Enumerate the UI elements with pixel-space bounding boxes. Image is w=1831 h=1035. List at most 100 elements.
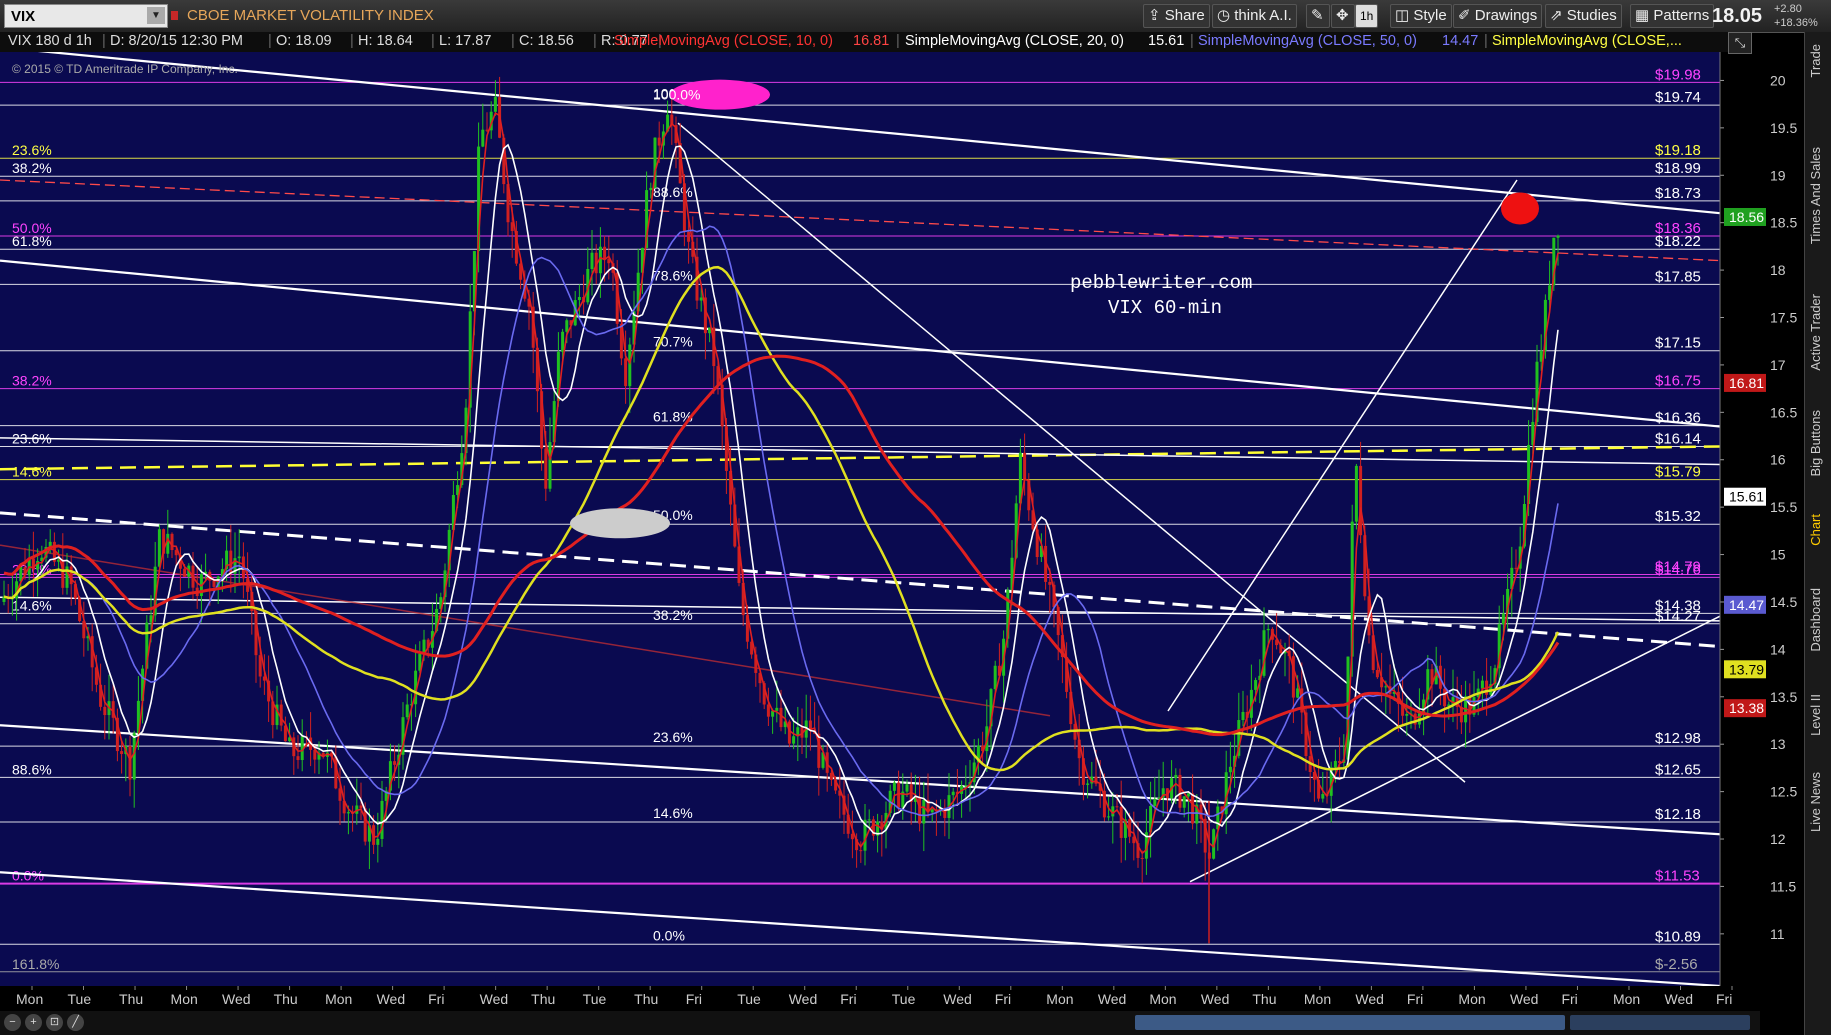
- fib-label-left: 61.8%: [12, 233, 52, 249]
- y-tick-label: 19.5: [1770, 120, 1797, 136]
- bar-high: H: 18.64: [358, 33, 413, 49]
- style-button[interactable]: ◫ Style: [1390, 4, 1452, 28]
- x-tick-label: Mon: [325, 991, 352, 1007]
- x-tick-label: Mon: [171, 991, 198, 1007]
- candle-body: [1191, 793, 1195, 824]
- candle-body: [481, 129, 485, 147]
- bar-low: L: 17.87: [439, 33, 492, 49]
- tab-dashboard[interactable]: Dashboard: [1808, 588, 1823, 652]
- y-tick-label: 15.5: [1770, 499, 1797, 515]
- candle-body: [1153, 799, 1157, 806]
- tab-big-buttons[interactable]: Big Buttons: [1808, 410, 1823, 477]
- tab-chart[interactable]: Chart: [1808, 514, 1823, 546]
- y-tick-label: 20: [1770, 72, 1786, 88]
- candle-body: [766, 704, 770, 717]
- price-level-label: $14.27: [1655, 608, 1701, 625]
- y-tick-label: 18.5: [1770, 215, 1797, 231]
- annotation-red-circle: [1501, 192, 1539, 225]
- candle-body: [1186, 793, 1190, 797]
- tab-times-and-sales[interactable]: Times And Sales: [1808, 147, 1823, 244]
- y-tick-label: 17.5: [1770, 310, 1797, 326]
- zoom-in-icon[interactable]: +: [25, 1014, 42, 1031]
- y-tick-label: 12.5: [1770, 784, 1797, 800]
- x-tick-label: Wed: [222, 991, 251, 1007]
- x-tick-label: Tue: [892, 991, 916, 1007]
- think-ai-button[interactable]: ◷ think A.I.: [1212, 4, 1297, 28]
- price-level-label: $10.89: [1655, 928, 1701, 945]
- x-tick-label: Wed: [943, 991, 972, 1007]
- candle-body: [1182, 796, 1186, 808]
- zoom-out-icon[interactable]: −: [4, 1014, 21, 1031]
- price-chart[interactable]: $19.98$19.74$19.18$18.99$18.73$18.36$18.…: [0, 52, 1804, 1011]
- x-tick-label: Mon: [1149, 991, 1176, 1007]
- tab-active-trader[interactable]: Active Trader: [1808, 294, 1823, 371]
- price-level-label: $-2.56: [1655, 956, 1698, 973]
- candle-body: [380, 800, 384, 839]
- time-scrollbar[interactable]: [1135, 1015, 1565, 1030]
- candle-body: [157, 529, 161, 567]
- candle-body: [1140, 857, 1144, 859]
- tools-icon[interactable]: ✎: [1306, 4, 1330, 28]
- share-button[interactable]: ⇪ Share: [1143, 4, 1210, 28]
- y-tick-label: 17: [1770, 357, 1786, 373]
- x-tick-label: Fri: [1716, 991, 1732, 1007]
- x-tick-label: Wed: [480, 991, 509, 1007]
- tab-level-ii[interactable]: Level II: [1808, 694, 1823, 736]
- candle-body: [1086, 783, 1090, 785]
- y-tick-label: 11: [1770, 926, 1785, 942]
- y-tick-label: 12: [1770, 831, 1786, 847]
- collapse-icon[interactable]: ⤡: [1728, 32, 1752, 54]
- x-tick-label: Fri: [1561, 991, 1577, 1007]
- candle-body: [1178, 774, 1182, 808]
- candle-body: [1115, 806, 1119, 808]
- chevron-down-icon[interactable]: ▼: [147, 7, 165, 24]
- last-price: 18.05: [1712, 5, 1763, 27]
- timeframe-button[interactable]: 1h: [1355, 4, 1379, 28]
- y-tick-label: 14: [1770, 641, 1786, 657]
- x-tick-label: Fri: [995, 991, 1011, 1007]
- candle-body: [103, 706, 107, 716]
- y-tick-label: 16.5: [1770, 404, 1797, 420]
- x-tick-label: Wed: [1510, 991, 1539, 1007]
- price-level-label: $11.53: [1655, 868, 1700, 885]
- tab-live-news[interactable]: Live News: [1808, 772, 1823, 832]
- candle-body: [544, 448, 548, 489]
- chart-title: pebblewriter.com: [1070, 272, 1252, 294]
- candle-body: [1254, 680, 1258, 690]
- symbol-description: CBOE MARKET VOLATILITY INDEX: [187, 7, 434, 24]
- candle-body: [359, 805, 363, 809]
- candle-body: [850, 833, 854, 840]
- sma20-label: SimpleMovingAvg (CLOSE, 20, 0): [905, 33, 1124, 49]
- candle-body: [624, 358, 628, 387]
- candle-body: [212, 580, 216, 587]
- candle-body: [565, 320, 569, 332]
- time-scrollbar-track[interactable]: [1570, 1015, 1750, 1030]
- tab-trade[interactable]: Trade: [1808, 44, 1823, 77]
- symbol-input[interactable]: VIX ▼: [4, 4, 168, 28]
- x-tick-label: Thu: [634, 991, 658, 1007]
- patterns-button[interactable]: ▦ Patterns: [1630, 4, 1715, 28]
- candle-body: [951, 791, 955, 796]
- candle-body: [132, 733, 136, 780]
- candle-body: [699, 297, 703, 301]
- price-level-label: $14.79: [1655, 558, 1701, 575]
- candle-body: [548, 442, 552, 489]
- draw-tool-icon[interactable]: ╱: [67, 1014, 84, 1031]
- sma10-value: 16.81: [853, 33, 890, 49]
- zoom-fit-icon[interactable]: ⊡: [46, 1014, 63, 1031]
- crosshair-icon[interactable]: ✥: [1331, 4, 1355, 28]
- fib-label: 23.6%: [653, 729, 693, 745]
- candle-body: [120, 751, 124, 755]
- drawings-button[interactable]: ✐ Drawings: [1453, 4, 1543, 28]
- x-tick-label: Thu: [274, 991, 298, 1007]
- candle-body: [183, 568, 187, 577]
- candle-body: [1375, 669, 1379, 678]
- studies-button[interactable]: ⇗ Studies: [1545, 4, 1622, 28]
- candle-body: [170, 533, 174, 551]
- bar-open: O: 18.09: [276, 33, 332, 49]
- bottom-controls: − + ⊡ ╱: [0, 1011, 1760, 1035]
- fib-label: 88.6%: [653, 184, 693, 200]
- candle-body: [775, 707, 779, 711]
- candle-body: [296, 756, 300, 761]
- flag-icon[interactable]: [171, 11, 178, 20]
